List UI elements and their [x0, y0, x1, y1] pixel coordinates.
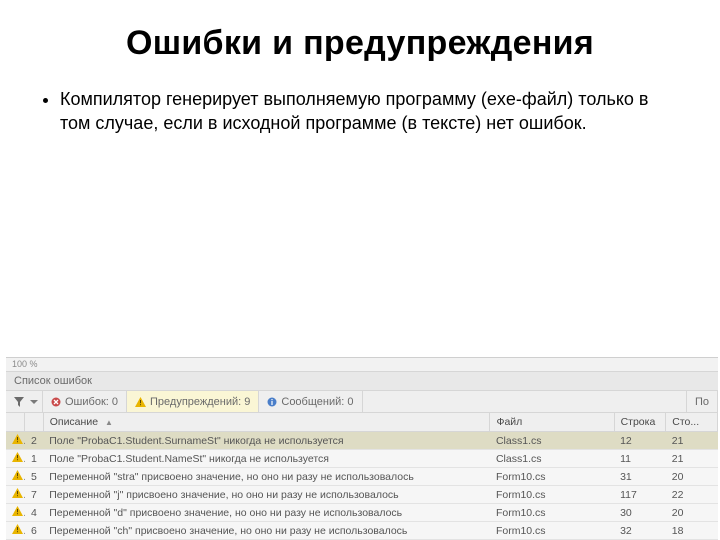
row-description: Переменной "j" присвоено значение, но он…	[43, 486, 490, 504]
row-line: 11	[614, 450, 666, 468]
row-line: 12	[614, 432, 666, 450]
errors-tab[interactable]: Ошибок: 0	[43, 391, 127, 412]
info-icon	[267, 397, 277, 407]
col-num[interactable]	[25, 413, 44, 432]
row-description: Переменной "d" присвоено значение, но он…	[43, 504, 490, 522]
warning-icon	[12, 434, 23, 444]
filter-dropdown[interactable]	[6, 391, 43, 412]
row-index: 4	[25, 504, 44, 522]
row-index: 5	[25, 468, 44, 486]
table-row[interactable]: 5Переменной "stra" присвоено значение, н…	[6, 468, 718, 486]
messages-tab-label: Сообщений: 0	[281, 396, 353, 408]
row-icon	[6, 450, 25, 468]
sort-asc-icon: ▲	[105, 418, 113, 427]
row-index: 1	[25, 450, 44, 468]
body-bullet: Компилятор генерирует выполняемую програ…	[60, 87, 674, 136]
error-list-grid: Описание ▲ Файл Строка Сто... 2Поле "Pro…	[6, 413, 718, 540]
row-description: Поле "ProbaC1.Student.SurnameSt" никогда…	[43, 432, 490, 450]
error-list-panel: 100 % Список ошибок Ошибок: 0 Предупрежд	[6, 357, 718, 540]
row-description: Переменной "ch" присвоено значение, но о…	[43, 522, 490, 540]
warnings-tab[interactable]: Предупреждений: 9	[127, 391, 259, 412]
warning-icon	[135, 397, 146, 407]
row-column: 20	[666, 468, 718, 486]
row-file: Form10.cs	[490, 486, 614, 504]
row-index: 7	[25, 486, 44, 504]
row-description: Переменной "stra" присвоено значение, но…	[43, 468, 490, 486]
col-icon[interactable]	[6, 413, 25, 432]
table-row[interactable]: 2Поле "ProbaC1.Student.SurnameSt" никогд…	[6, 432, 718, 450]
row-line: 117	[614, 486, 666, 504]
row-index: 6	[25, 522, 44, 540]
row-line: 30	[614, 504, 666, 522]
row-column: 21	[666, 432, 718, 450]
grid-header-row: Описание ▲ Файл Строка Сто...	[6, 413, 718, 432]
table-row[interactable]: 4Переменной "d" присвоено значение, но о…	[6, 504, 718, 522]
row-line: 32	[614, 522, 666, 540]
errors-tab-label: Ошибок: 0	[65, 396, 118, 408]
row-file: Form10.cs	[490, 522, 614, 540]
row-icon	[6, 432, 25, 450]
filter-icon	[14, 397, 24, 407]
row-file: Form10.cs	[490, 468, 614, 486]
search-box[interactable]: По	[687, 391, 718, 412]
row-column: 22	[666, 486, 718, 504]
row-column: 21	[666, 450, 718, 468]
warning-icon	[12, 506, 23, 516]
row-icon	[6, 468, 25, 486]
row-description: Поле "ProbaC1.Student.NameSt" никогда не…	[43, 450, 490, 468]
page-title: Ошибки и предупреждения	[36, 24, 684, 63]
row-index: 2	[25, 432, 44, 450]
warning-icon	[12, 470, 23, 480]
col-column[interactable]: Сто...	[666, 413, 718, 432]
table-row[interactable]: 6Переменной "ch" присвоено значение, но …	[6, 522, 718, 540]
zoom-indicator: 100 %	[6, 358, 718, 372]
row-icon	[6, 504, 25, 522]
panel-title: Список ошибок	[6, 372, 718, 391]
row-line: 31	[614, 468, 666, 486]
row-file: Class1.cs	[490, 450, 614, 468]
error-list-toolbar: Ошибок: 0 Предупреждений: 9 Сообщений: 0…	[6, 391, 718, 413]
error-icon	[51, 397, 61, 407]
row-icon	[6, 522, 25, 540]
row-file: Class1.cs	[490, 432, 614, 450]
warning-icon	[12, 488, 23, 498]
search-box-label: По	[695, 396, 709, 408]
chevron-down-icon	[30, 400, 38, 404]
row-file: Form10.cs	[490, 504, 614, 522]
messages-tab[interactable]: Сообщений: 0	[259, 391, 362, 412]
col-file[interactable]: Файл	[490, 413, 614, 432]
col-description[interactable]: Описание ▲	[43, 413, 490, 432]
table-row[interactable]: 7Переменной "j" присвоено значение, но о…	[6, 486, 718, 504]
row-icon	[6, 486, 25, 504]
warnings-tab-label: Предупреждений: 9	[150, 396, 250, 408]
warning-icon	[12, 524, 23, 534]
row-column: 20	[666, 504, 718, 522]
row-column: 18	[666, 522, 718, 540]
table-row[interactable]: 1Поле "ProbaC1.Student.NameSt" никогда н…	[6, 450, 718, 468]
col-line[interactable]: Строка	[614, 413, 666, 432]
warning-icon	[12, 452, 23, 462]
